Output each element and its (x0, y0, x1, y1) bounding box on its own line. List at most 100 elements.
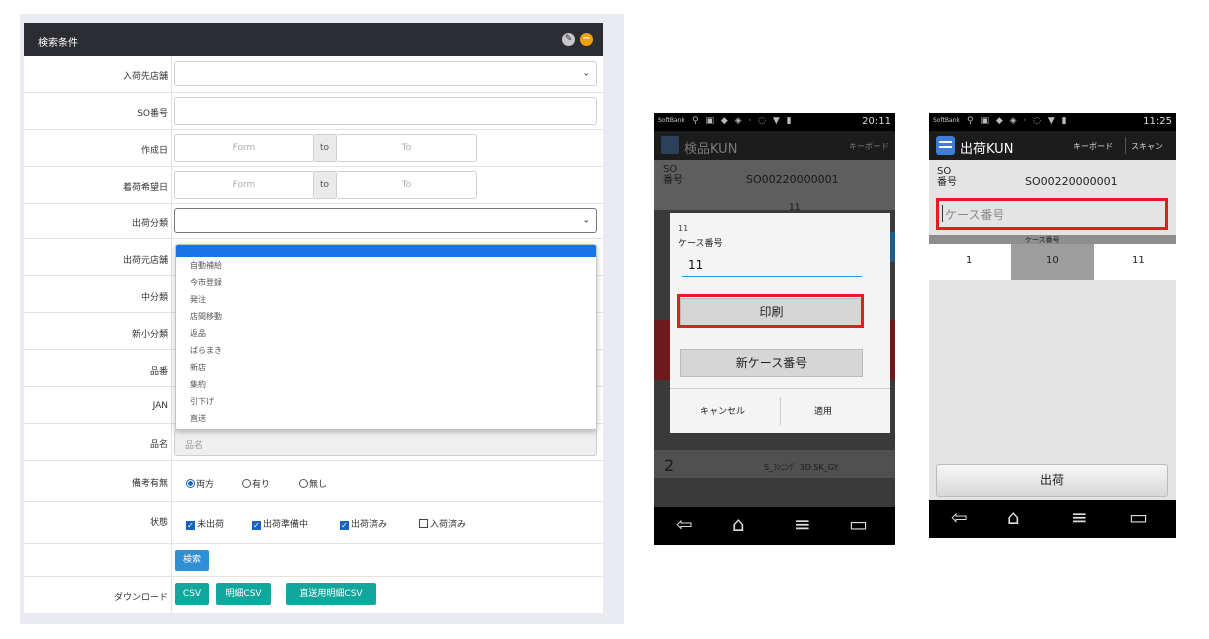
remarks-yes-radio[interactable]: 有り (242, 477, 270, 490)
dropdown-option[interactable]: 返品 (190, 328, 206, 339)
carrier-label: SoftBank (658, 117, 685, 124)
case-number-input[interactable]: ケース番号 (936, 198, 1168, 230)
app-title: 出荷KUN (960, 142, 1014, 157)
behind-row-text: S_ﾗﾝﾆﾝｸﾞ 3D SK_GY (764, 463, 839, 472)
row-download: ダウンロード CSV 明細CSV 直送用明細CSV (24, 577, 603, 613)
dropdown-option[interactable]: 店間移動 (190, 311, 222, 322)
direct-detail-csv-button[interactable]: 直送用明細CSV (286, 583, 376, 605)
keyboard-button[interactable]: キーボード (849, 141, 889, 152)
case-cell[interactable]: 1 (929, 244, 1011, 280)
status-received-checkbox[interactable]: 入荷済み (419, 517, 466, 530)
home-icon[interactable]: ⌂ (732, 512, 745, 536)
dropdown-option[interactable]: 集約 (190, 379, 206, 390)
status-unshipped-checkbox[interactable]: ✓ 未出荷 (186, 517, 224, 530)
app-bar: 出荷KUN キーボード スキャン (929, 131, 1176, 160)
case-number-input[interactable]: 11 (682, 253, 862, 277)
dropdown-selected-item[interactable] (176, 245, 596, 257)
clock: 20:11 (862, 116, 891, 127)
row-so-number: SO番号 (24, 93, 603, 130)
remarks-both-radio[interactable]: 両方 (186, 477, 214, 490)
ship-button[interactable]: 出荷 (936, 464, 1168, 497)
row-label: JAN (152, 401, 168, 411)
status-icons: ⚲ ▣ ◆ ◈ · ◌ ▼ ▮ (692, 116, 794, 126)
so-label: SO 番号 (663, 164, 683, 186)
apply-button[interactable]: 適用 (814, 404, 832, 417)
scan-button[interactable]: スキャン (1131, 141, 1163, 152)
delivery-to-input[interactable]: To (336, 171, 477, 199)
created-from-input[interactable]: Form (174, 134, 314, 162)
to-label: to (314, 171, 336, 199)
row-label: 備考有無 (131, 479, 168, 489)
app-icon (936, 136, 955, 155)
case-cell-selected[interactable]: 10 (1011, 244, 1094, 280)
row-label: ダウンロード (113, 593, 168, 603)
dropdown-option[interactable]: 直送 (190, 413, 206, 424)
app-title: 検品KUN (684, 142, 738, 157)
menu-icon[interactable]: ≡ (794, 512, 811, 536)
row-arrival-store: 入荷先店舗 ⌄ (24, 56, 603, 93)
remarks-no-radio[interactable]: 無し (299, 477, 327, 490)
back-icon[interactable]: ⇦ (951, 505, 968, 529)
row-label: 入荷先店舗 (122, 72, 168, 82)
home-icon[interactable]: ⌂ (1007, 505, 1020, 529)
csv-button[interactable]: CSV (175, 583, 209, 605)
print-highlight (677, 294, 864, 328)
dropdown-option[interactable]: 自動補給 (190, 260, 222, 271)
detail-csv-button[interactable]: 明細CSV (216, 583, 271, 605)
panel-title: 検索条件 (38, 38, 78, 49)
cancel-button[interactable]: キャンセル (700, 404, 745, 417)
navigation-bar: ⇦ ⌂ ≡ ▭ (929, 500, 1176, 538)
row-label: 着荷希望日 (122, 183, 168, 193)
recent-apps-icon[interactable]: ▭ (1129, 505, 1148, 529)
row-label: 状態 (149, 518, 168, 528)
shipment-type-dropdown: 自動補給 今市登録 発注 店間移動 返品 ばらまき 新店 集約 引下げ 直送 (175, 244, 597, 430)
clock: 11:25 (1143, 116, 1172, 127)
row-created-date: 作成日 Form to To (24, 130, 603, 167)
status-bar: SoftBank ⚲ ▣ ◆ ◈ · ◌ ▼ ▮ 11:25 (929, 113, 1176, 131)
item-name-input[interactable]: 品名 (174, 429, 597, 456)
row-label: 出荷分類 (131, 219, 168, 229)
so-label: SO 番号 (937, 166, 957, 188)
pencil-icon[interactable]: ✎ (562, 33, 575, 46)
chevron-down-icon: ⌄ (582, 215, 590, 225)
row-label: 中分類 (140, 293, 168, 303)
menu-icon[interactable]: ≡ (1071, 505, 1088, 529)
status-preparing-checkbox[interactable]: ✓ 出荷準備中 (252, 517, 308, 530)
status-shipped-checkbox[interactable]: ✓ 出荷済み (340, 517, 387, 530)
dropdown-option[interactable]: ばらまき (190, 345, 222, 356)
dropdown-option[interactable]: 新店 (190, 362, 206, 373)
search-panel-frame: 検索条件 ✎ − 入荷先店舗 ⌄ SO番号 作成日 Form to To 着荷希… (20, 14, 624, 624)
so-number-input[interactable] (174, 97, 597, 125)
new-case-button[interactable]: 新ケース番号 (680, 349, 863, 377)
delivery-from-input[interactable]: Form (174, 171, 314, 199)
dialog-label: ケース番号 (678, 239, 723, 249)
row-label: 作成日 (140, 146, 168, 156)
collapse-icon[interactable]: − (580, 33, 593, 46)
dropdown-option[interactable]: 今市登録 (190, 277, 222, 288)
navigation-bar: ⇦ ⌂ ≡ ▭ (654, 507, 895, 545)
arrival-store-select[interactable]: ⌄ (174, 61, 597, 86)
to-label: to (314, 134, 336, 162)
back-icon[interactable]: ⇦ (676, 512, 693, 536)
row-search: 検索 (24, 544, 603, 577)
panel-header: 検索条件 ✎ − (24, 23, 603, 56)
behind-row-number: 2 (664, 456, 675, 475)
row-shipment-type: 出荷分類 ⌄ (24, 204, 603, 239)
row-label: SO番号 (137, 109, 168, 119)
dialog-footer: キャンセル 適用 (670, 388, 890, 433)
keyboard-button[interactable]: キーボード (1073, 141, 1113, 152)
created-to-input[interactable]: To (336, 134, 477, 162)
behind-case-number: 11 (789, 203, 801, 213)
so-value: SO00220000001 (1025, 175, 1118, 188)
case-cell[interactable]: 11 (1094, 244, 1176, 280)
dropdown-option[interactable]: 発注 (190, 294, 206, 305)
recent-apps-icon[interactable]: ▭ (849, 512, 868, 536)
carrier-label: SoftBank (933, 117, 960, 124)
shipment-type-select[interactable]: ⌄ (174, 208, 597, 233)
chevron-down-icon: ⌄ (582, 68, 590, 78)
dropdown-option[interactable]: 引下げ (190, 396, 214, 407)
app-icon (661, 136, 679, 154)
status-icons: ⚲ ▣ ◆ ◈ · ◌ ▼ ▮ (967, 116, 1069, 126)
search-button[interactable]: 検索 (175, 550, 209, 571)
phone-inspection: SoftBank ⚲ ▣ ◆ ◈ · ◌ ▼ ▮ 20:11 検品KUN キーボ… (654, 113, 895, 545)
